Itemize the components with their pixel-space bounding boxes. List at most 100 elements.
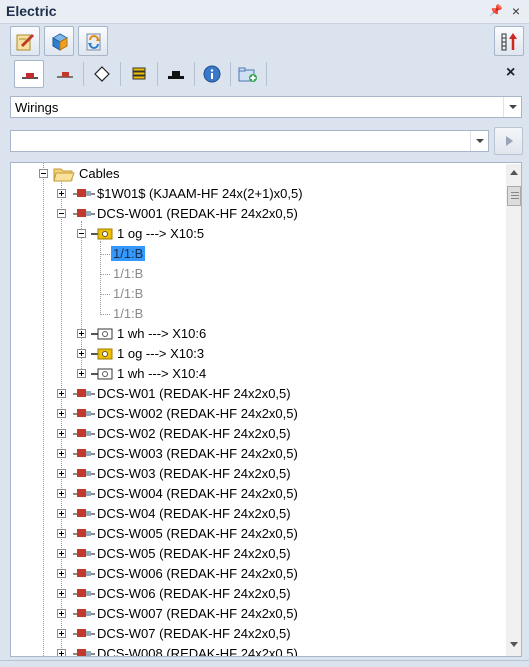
pin-row[interactable]: 1/1:B — [11, 244, 501, 264]
panel-title: Electric — [6, 3, 57, 19]
cable-row[interactable]: DCS-W005 (REDAK-HF 24x2x0,5) — [11, 524, 501, 544]
view-selector[interactable]: Wirings — [10, 96, 522, 118]
expand-icon[interactable] — [57, 549, 66, 558]
expand-icon[interactable] — [77, 369, 86, 378]
chevron-down-icon[interactable] — [503, 97, 521, 117]
sort-button[interactable] — [494, 26, 524, 56]
folder-open-icon — [53, 168, 75, 182]
refresh-icon — [86, 33, 101, 51]
bottom-edge — [0, 660, 529, 667]
wire-row[interactable]: 1 og ---> X10:5 — [11, 224, 501, 244]
tab-connectors[interactable] — [161, 60, 191, 88]
cable-row[interactable]: DCS-W02 (REDAK-HF 24x2x0,5) — [11, 424, 501, 444]
expand-icon[interactable] — [57, 389, 66, 398]
wiring-tree[interactable]: Cables $1W01$ (KJAAM-HF 24x(2+1)x0,5) DC… — [10, 162, 522, 657]
cable-row[interactable]: DCS-W006 (REDAK-HF 24x2x0,5) — [11, 564, 501, 584]
pin-row[interactable]: 1/1:B — [11, 304, 501, 324]
cable-row[interactable]: DCS-W002 (REDAK-HF 24x2x0,5) — [11, 404, 501, 424]
toolbar-separator — [194, 62, 195, 86]
expand-icon[interactable] — [57, 529, 66, 538]
cable-row[interactable]: DCS-W007 (REDAK-HF 24x2x0,5) — [11, 604, 501, 624]
tree-label: DCS-W07 (REDAK-HF 24x2x0,5) — [97, 626, 291, 641]
expand-icon[interactable] — [57, 509, 66, 518]
cable-row[interactable]: DCS-W05 (REDAK-HF 24x2x0,5) — [11, 544, 501, 564]
tab-wires[interactable] — [14, 60, 44, 88]
cable-row[interactable]: DCS-W01 (REDAK-HF 24x2x0,5) — [11, 384, 501, 404]
cable-row[interactable]: $1W01$ (KJAAM-HF 24x(2+1)x0,5) — [11, 184, 501, 204]
wire-row[interactable]: 1 wh ---> X10:6 — [11, 324, 501, 344]
connector-icon — [168, 71, 184, 79]
cable-icon — [73, 589, 95, 597]
collapse-icon[interactable] — [39, 169, 48, 178]
expand-icon[interactable] — [77, 349, 86, 358]
expand-icon[interactable] — [57, 429, 66, 438]
expand-icon[interactable] — [57, 449, 66, 458]
expand-icon[interactable] — [57, 489, 66, 498]
expand-icon[interactable] — [57, 569, 66, 578]
cable-row[interactable]: DCS-W004 (REDAK-HF 24x2x0,5) — [11, 484, 501, 504]
3d-view-button[interactable] — [44, 26, 74, 56]
cable-icon — [73, 569, 95, 577]
refresh-button[interactable] — [78, 26, 108, 56]
cable-row[interactable]: DCS-W003 (REDAK-HF 24x2x0,5) — [11, 444, 501, 464]
stack-icon — [132, 67, 146, 80]
cable-row[interactable]: DCS-W04 (REDAK-HF 24x2x0,5) — [11, 504, 501, 524]
scroll-down-icon[interactable] — [510, 642, 518, 647]
tree-label: 1 og ---> X10:5 — [117, 226, 205, 241]
wire-row[interactable]: 1 wh ---> X10:4 — [11, 364, 501, 384]
chevron-down-icon[interactable] — [470, 131, 488, 151]
toolbar-separator — [157, 62, 158, 86]
expand-icon[interactable] — [57, 649, 66, 656]
main-toolbar — [0, 24, 529, 58]
panel-title-bar: Electric 📌 × — [0, 0, 529, 24]
cable-row[interactable]: DCS-W03 (REDAK-HF 24x2x0,5) — [11, 464, 501, 484]
collapse-icon[interactable] — [77, 229, 86, 238]
search-input[interactable] — [10, 130, 489, 152]
toolbar-separator — [83, 62, 84, 86]
tab-layers[interactable] — [124, 60, 154, 88]
vertical-scrollbar[interactable] — [506, 164, 521, 656]
tree-label: DCS-W006 (REDAK-HF 24x2x0,5) — [97, 566, 298, 581]
close-icon[interactable]: × — [508, 3, 524, 19]
cable-icon — [73, 629, 95, 637]
tree-label: 1 wh ---> X10:4 — [117, 366, 207, 381]
tree-label: DCS-W05 (REDAK-HF 24x2x0,5) — [97, 546, 291, 561]
diamond-icon — [94, 66, 110, 82]
tree-label: DCS-W01 (REDAK-HF 24x2x0,5) — [97, 386, 291, 401]
scroll-thumb[interactable] — [507, 186, 521, 206]
cable-row[interactable]: DCS-W06 (REDAK-HF 24x2x0,5) — [11, 584, 501, 604]
scroll-up-icon[interactable] — [510, 170, 518, 175]
tab-cables[interactable] — [50, 60, 80, 88]
expand-icon[interactable] — [77, 329, 86, 338]
pin-row[interactable]: 1/1:B — [11, 264, 501, 284]
pin-icon[interactable]: 📌 — [488, 3, 504, 19]
tree-connector-line — [100, 314, 110, 315]
pin-row[interactable]: 1/1:B — [11, 284, 501, 304]
go-button[interactable] — [494, 127, 523, 155]
tab-nodes[interactable] — [87, 60, 117, 88]
toolbar-separator — [266, 62, 267, 86]
tree-label: 1 og ---> X10:3 — [117, 346, 205, 361]
close-view-button[interactable]: × — [506, 64, 515, 82]
expand-icon[interactable] — [57, 629, 66, 638]
expand-icon[interactable] — [57, 609, 66, 618]
cable-row[interactable]: DCS-W07 (REDAK-HF 24x2x0,5) — [11, 624, 501, 644]
connector-icon — [91, 228, 113, 240]
cable-row[interactable]: DCS-W001 (REDAK-HF 24x2x0,5) — [11, 204, 501, 224]
expand-icon[interactable] — [57, 189, 66, 198]
tree-label: Cables — [79, 166, 120, 181]
tree-connector-line — [100, 294, 110, 295]
cable-icon — [73, 189, 95, 197]
cable-icon — [73, 609, 95, 617]
cable-row[interactable]: DCS-W008 (REDAK-HF 24x2x0,5) — [11, 644, 501, 656]
collapse-icon[interactable] — [57, 209, 66, 218]
tree-root-cables[interactable]: Cables — [11, 164, 501, 184]
connector-icon — [91, 328, 113, 340]
expand-icon[interactable] — [57, 409, 66, 418]
expand-icon[interactable] — [57, 469, 66, 478]
wire-row[interactable]: 1 og ---> X10:3 — [11, 344, 501, 364]
tab-info[interactable] — [197, 60, 227, 88]
tab-add-folder[interactable] — [233, 60, 263, 88]
expand-icon[interactable] — [57, 589, 66, 598]
edit-button[interactable] — [10, 26, 40, 56]
